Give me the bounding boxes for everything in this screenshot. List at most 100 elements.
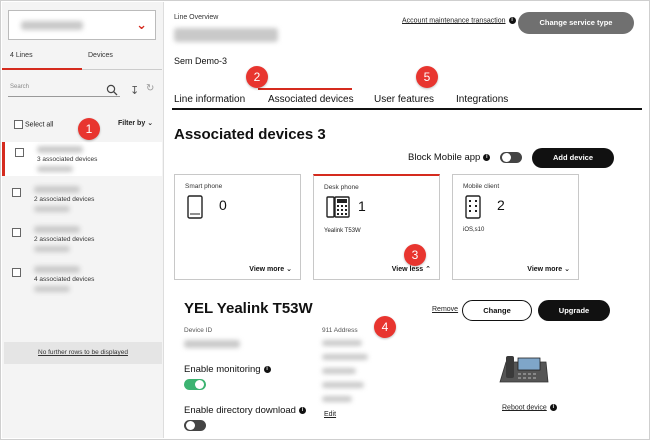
enable-monitoring: Enable monitoring i: [184, 364, 271, 375]
device-title: YEL Yealink T53W: [184, 300, 313, 317]
edit-address-link[interactable]: Edit: [324, 411, 336, 418]
account-select[interactable]: ⌄: [8, 10, 156, 40]
change-button[interactable]: Change: [462, 300, 532, 321]
line-item[interactable]: 2 associated devices: [2, 182, 162, 216]
line-device-count: 2 associated devices: [34, 196, 95, 203]
chevron-up-icon: ⌃: [425, 266, 431, 273]
tab-devices[interactable]: Devices: [88, 52, 113, 59]
block-mobile-app: Block Mobile app i: [408, 152, 491, 163]
address-911-label: 911 Address: [322, 327, 358, 334]
line-checkbox[interactable]: [15, 148, 24, 157]
device-id-label: Device ID: [184, 327, 213, 334]
card-title: Mobile client: [463, 183, 500, 190]
account-maintenance-label: Account maintenance transaction: [402, 17, 506, 25]
view-toggle-label: View less: [391, 266, 424, 273]
card-subtitle: iOS,s10: [463, 227, 485, 233]
address-redacted: [322, 368, 356, 374]
account-name-redacted: [21, 21, 83, 30]
upgrade-button[interactable]: Upgrade: [538, 300, 610, 321]
annotation-badge: 5: [416, 66, 438, 88]
chevron-down-icon: ⌄: [286, 266, 292, 273]
select-all-label: Select all: [25, 121, 54, 129]
line-device-count: 2 associated devices: [34, 236, 95, 243]
card-count: 1: [358, 198, 366, 214]
line-checkbox[interactable]: [12, 268, 21, 277]
view-toggle-label: View more: [249, 266, 285, 273]
refresh-icon[interactable]: ↻: [146, 83, 154, 94]
card-title: Desk phone: [324, 184, 359, 191]
line-overview-label: Line Overview: [174, 14, 219, 21]
enable-directory-toggle[interactable]: [184, 420, 206, 431]
main-tabs: Line information Associated devices User…: [172, 88, 642, 110]
view-more-link[interactable]: View more ⌄: [527, 265, 570, 273]
card-subtitle: Yealink T53W: [324, 228, 361, 234]
sidebar-tabs: 4 Lines Devices: [2, 48, 162, 70]
download-icon[interactable]: ↧: [130, 84, 139, 97]
tab-lines[interactable]: 4 Lines: [10, 52, 33, 59]
no-further-rows: No further rows to be displayed: [4, 342, 162, 364]
line-detail-redacted: [34, 206, 70, 212]
active-tab-indicator: [258, 88, 352, 90]
address-redacted: [322, 354, 368, 360]
annotation-badge: 3: [404, 244, 426, 266]
device-card-mobile-client[interactable]: Mobile client 2 iOS,s10 View more ⌄: [452, 174, 579, 280]
tab-user-features[interactable]: User features: [374, 94, 434, 105]
info-icon[interactable]: i: [508, 17, 516, 24]
add-device-button[interactable]: Add device: [532, 148, 614, 168]
device-id-redacted: [184, 340, 240, 348]
line-detail-redacted: [37, 166, 73, 172]
block-mobile-label: Block Mobile app: [408, 152, 481, 163]
line-name-redacted: [34, 226, 80, 233]
line-item[interactable]: 3 associated devices: [2, 142, 162, 176]
annotation-badge: 2: [246, 66, 268, 88]
view-more-link[interactable]: View more ⌄: [249, 265, 292, 273]
reboot-device-link[interactable]: Reboot device i: [502, 404, 557, 411]
filter-by-button[interactable]: Filter by ⌄: [118, 119, 153, 127]
remove-link[interactable]: Remove: [432, 306, 458, 313]
tab-associated-devices[interactable]: Associated devices: [268, 94, 354, 105]
line-name: Sem Demo-3: [174, 56, 228, 66]
search-icon[interactable]: [106, 84, 118, 96]
phone-number-redacted: [174, 28, 278, 42]
address-redacted: [322, 382, 364, 388]
tablet-icon: [187, 195, 203, 219]
chevron-down-icon: ⌄: [564, 266, 570, 273]
chevron-down-icon: ⌄: [147, 120, 154, 127]
view-less-link[interactable]: View less ⌃: [392, 265, 431, 273]
card-count: 2: [497, 197, 505, 213]
associated-devices-title: Associated devices 3: [174, 126, 326, 143]
block-mobile-toggle[interactable]: [500, 152, 522, 163]
info-icon[interactable]: i: [483, 153, 491, 161]
info-icon[interactable]: i: [549, 404, 557, 411]
annotation-badge: 1: [78, 118, 100, 140]
annotation-badge: 4: [374, 316, 396, 338]
sidebar: ⌄ 4 Lines Devices Search ↧ ↻ Select all …: [2, 2, 164, 438]
line-checkbox[interactable]: [12, 228, 21, 237]
card-title: Smart phone: [185, 183, 223, 190]
line-detail-redacted: [34, 286, 70, 292]
change-service-type-button[interactable]: Change service type: [518, 12, 634, 34]
tab-line-information[interactable]: Line information: [174, 94, 245, 105]
view-toggle-label: View more: [527, 266, 563, 273]
select-all-checkbox[interactable]: [14, 120, 23, 129]
filter-by-label: Filter by: [118, 120, 146, 127]
line-device-count: 3 associated devices: [37, 156, 98, 163]
info-icon[interactable]: i: [263, 365, 271, 373]
enable-directory-download: Enable directory download i: [184, 405, 306, 416]
line-device-count: 4 associated devices: [34, 276, 95, 283]
tab-integrations[interactable]: Integrations: [456, 94, 508, 105]
enable-directory-label: Enable directory download: [184, 405, 296, 416]
line-item[interactable]: 2 associated devices: [2, 222, 162, 256]
line-item[interactable]: 4 associated devices: [2, 262, 162, 296]
mobile-client-icon: [465, 195, 481, 219]
enable-monitoring-label: Enable monitoring: [184, 364, 261, 375]
account-maintenance-link[interactable]: Account maintenance transaction i: [402, 17, 516, 24]
info-icon[interactable]: i: [298, 406, 306, 414]
main-panel: Line Overview Sem Demo-3 Account mainten…: [168, 2, 646, 438]
address-redacted: [322, 396, 352, 402]
search-input[interactable]: Search: [10, 84, 29, 90]
device-card-smart-phone[interactable]: Smart phone 0 View more ⌄: [174, 174, 301, 280]
select-all[interactable]: Select all: [14, 120, 53, 129]
enable-monitoring-toggle[interactable]: [184, 379, 206, 390]
line-checkbox[interactable]: [12, 188, 21, 197]
